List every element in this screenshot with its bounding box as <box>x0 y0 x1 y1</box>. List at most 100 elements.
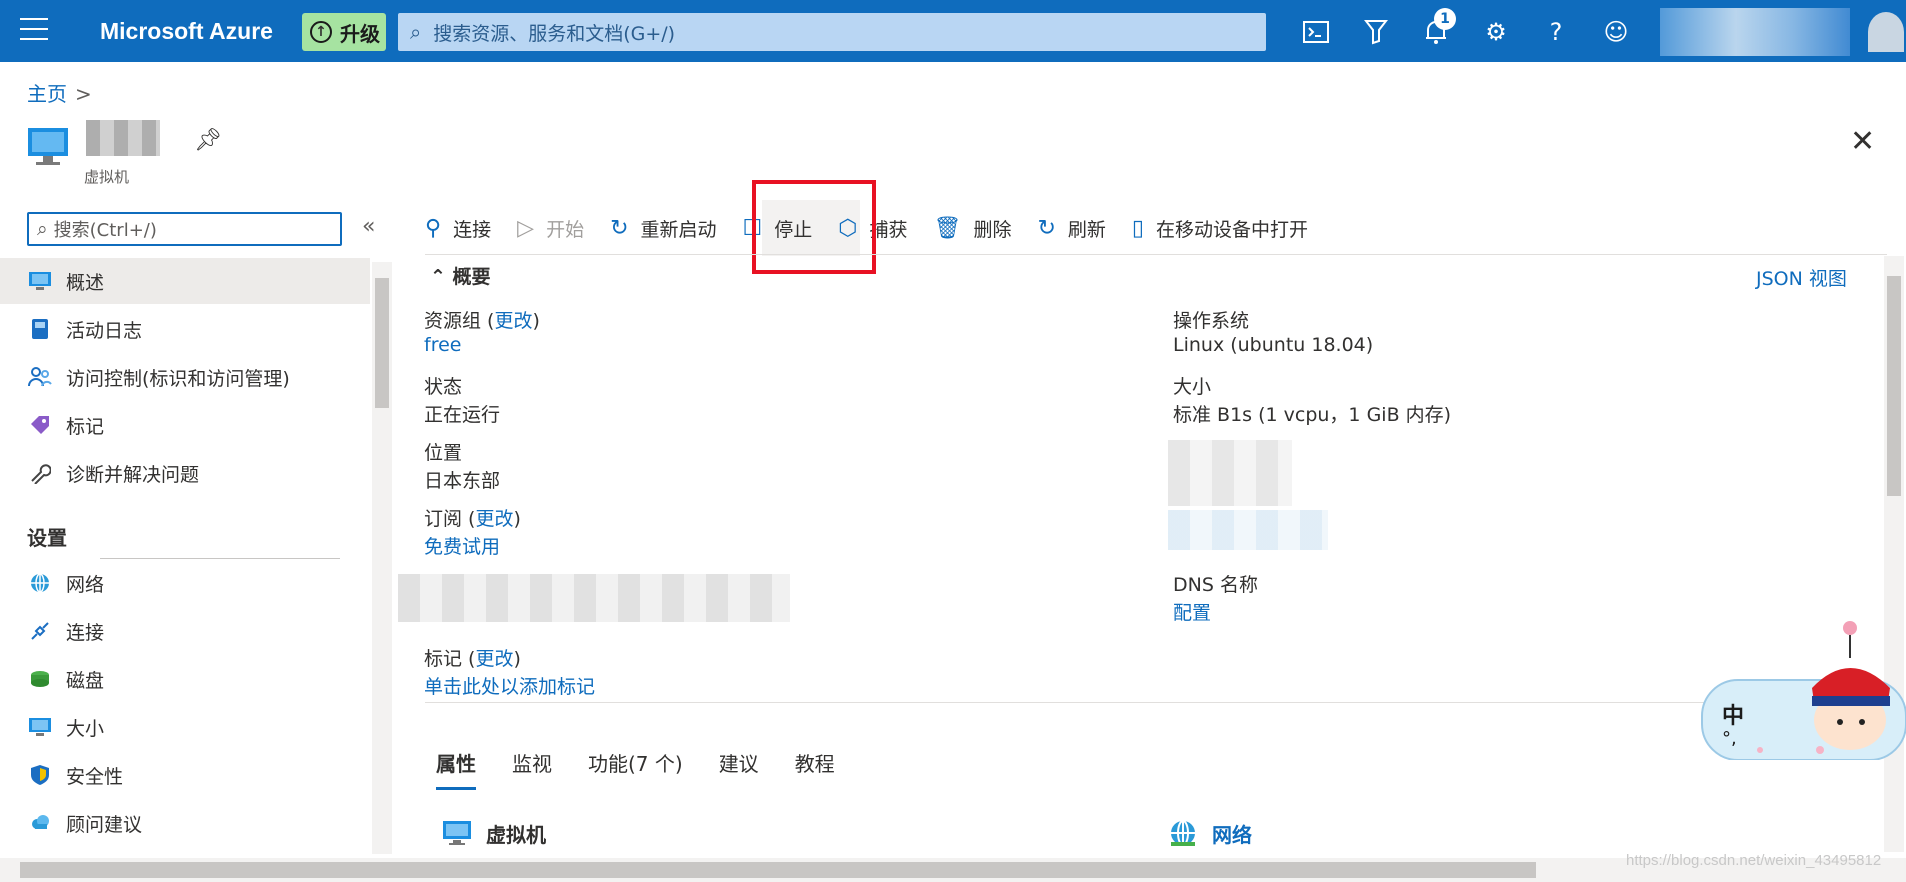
open-mobile-button[interactable]: ▯ 在移动设备中打开 <box>1132 215 1308 242</box>
log-book-icon <box>28 317 52 341</box>
sidebar-item-security[interactable]: 安全性 <box>0 752 370 798</box>
sidebar-section-divider <box>100 558 340 559</box>
main-scrollbar-thumb[interactable] <box>1887 276 1901 496</box>
tags-add-link[interactable]: 单击此处以添加标记 <box>424 672 595 699</box>
virtual-machine-icon <box>443 821 471 845</box>
arrow-up-icon: ↑ <box>310 21 332 43</box>
mascot-char-punct: °, <box>1722 728 1737 749</box>
notifications-button[interactable]: 1 <box>1418 8 1456 50</box>
properties-network-title: 网络 <box>1212 822 1252 847</box>
directory-filter-icon[interactable] <box>1358 14 1394 50</box>
network-globe-icon <box>28 571 52 595</box>
sidebar-item-networking[interactable]: 网络 <box>0 560 370 606</box>
mascot-char-zh: 中 <box>1722 704 1745 729</box>
horizontal-scrollbar[interactable] <box>0 858 1906 882</box>
resource-group-label: 资源组 (更改) <box>424 310 540 332</box>
sidebar-item-label: 标记 <box>66 415 105 438</box>
portal-brand[interactable]: Microsoft Azure <box>100 18 273 45</box>
os-label: 操作系统 <box>1173 310 1250 332</box>
breadcrumb: 主页 > <box>27 78 92 107</box>
cloud-shell-icon[interactable] <box>1298 14 1334 50</box>
tab-capabilities[interactable]: 功能(7 个) <box>588 748 683 790</box>
delete-button[interactable]: 🗑︎ 删除 <box>934 215 1012 242</box>
sidebar-item-access-control[interactable]: 访问控制(标识和访问管理) <box>0 354 370 400</box>
sidebar-item-advisor[interactable]: 顾问建议 <box>0 800 370 846</box>
delete-label: 删除 <box>973 218 1012 241</box>
close-icon[interactable]: ✕ <box>1850 124 1875 159</box>
plug-icon <box>28 619 52 643</box>
size-label: 大小 <box>1173 376 1212 398</box>
sidebar-scrollbar[interactable] <box>372 262 392 854</box>
input-method-mascot-widget[interactable]: 中 °, <box>1700 610 1906 761</box>
sidebar-item-overview[interactable]: 概述 <box>0 258 370 304</box>
sidebar-item-diagnose[interactable]: 诊断并解决问题 <box>0 450 370 496</box>
help-icon[interactable]: ? <box>1538 14 1574 50</box>
subscription-id-blurred <box>398 574 790 622</box>
virtual-machine-icon <box>28 128 68 165</box>
horizontal-scrollbar-thumb[interactable] <box>20 862 1536 878</box>
toolbar-divider <box>425 254 1887 255</box>
avatar[interactable] <box>1868 12 1904 52</box>
sidebar-item-size[interactable]: 大小 <box>0 704 370 750</box>
tab-tutorials[interactable]: 教程 <box>795 748 835 790</box>
start-label: 开始 <box>546 218 585 241</box>
sidebar-item-label: 顾问建议 <box>66 813 143 836</box>
properties-network-heading: 网络 <box>1168 818 1252 848</box>
sidebar-item-label: 磁盘 <box>66 669 105 692</box>
breadcrumb-home-link[interactable]: 主页 <box>27 82 67 106</box>
essentials-divider <box>425 702 1887 703</box>
global-search-input[interactable]: ⌕ 搜索资源、服务和文档(G+/) <box>398 13 1266 51</box>
essentials-toggle[interactable]: ⌃ 概要 <box>430 262 491 289</box>
resource-group-value[interactable]: free <box>424 334 461 356</box>
disk-icon <box>28 667 52 691</box>
open-mobile-label: 在移动设备中打开 <box>1156 218 1309 241</box>
json-view-link[interactable]: JSON 视图 <box>1756 264 1847 291</box>
restart-button[interactable]: ↻ 重新启动 <box>610 215 716 242</box>
pin-icon[interactable]: 📌︎ <box>194 128 222 153</box>
people-icon <box>28 365 52 389</box>
subscription-value[interactable]: 免费试用 <box>424 532 500 559</box>
search-icon: ⌕ <box>410 20 422 44</box>
sidebar-item-disks[interactable]: 磁盘 <box>0 656 370 702</box>
dns-name-label: DNS 名称 <box>1173 574 1258 596</box>
tags-change-link[interactable]: 更改 <box>475 648 513 670</box>
status-label: 状态 <box>424 376 463 398</box>
mobile-phone-icon: ▯ <box>1131 215 1145 241</box>
gear-icon[interactable]: ⚙ <box>1478 14 1514 50</box>
location-label: 位置 <box>424 442 463 464</box>
sidebar-item-label: 诊断并解决问题 <box>66 463 200 486</box>
sidebar-search-input[interactable]: ⌕ 搜索(Ctrl+/) <box>27 212 342 246</box>
main-scrollbar[interactable] <box>1884 256 1904 852</box>
subscription-change-link[interactable]: 更改 <box>475 508 513 530</box>
monitor-icon <box>28 269 52 293</box>
refresh-label: 刷新 <box>1067 218 1106 241</box>
refresh-button[interactable]: ↻ 刷新 <box>1037 215 1105 242</box>
status-value: 正在运行 <box>424 404 501 426</box>
account-info-blurred[interactable] <box>1660 8 1850 56</box>
tab-recommendations[interactable]: 建议 <box>719 748 759 790</box>
sidebar-item-connect[interactable]: 连接 <box>0 608 370 654</box>
resource-group-change-link[interactable]: 更改 <box>494 310 532 332</box>
sidebar-section-settings: 设置 <box>27 526 67 550</box>
start-button[interactable]: ▷ 开始 <box>517 215 584 242</box>
sidebar-item-label: 大小 <box>66 717 105 740</box>
feedback-smiley-icon[interactable]: ☺ <box>1598 14 1634 50</box>
dns-configure-link[interactable]: 配置 <box>1173 598 1211 625</box>
connect-button[interactable]: ⚲ 连接 <box>425 215 491 242</box>
collapse-sidebar-icon[interactable]: « <box>362 214 375 239</box>
sidebar-item-activity-log[interactable]: 活动日志 <box>0 306 370 352</box>
properties-vm-title: 虚拟机 <box>486 822 546 847</box>
menu-icon[interactable] <box>20 18 48 44</box>
tab-properties[interactable]: 属性 <box>436 748 476 790</box>
monitor-icon <box>28 715 52 739</box>
play-icon: ▷ <box>517 215 535 241</box>
breadcrumb-separator: > <box>75 82 92 106</box>
restart-icon: ↻ <box>610 215 629 241</box>
tab-monitoring[interactable]: 监视 <box>512 748 552 790</box>
tags-label: 标记 (更改) <box>424 648 521 670</box>
sidebar-scrollbar-thumb[interactable] <box>375 278 389 408</box>
notification-count-badge: 1 <box>1434 8 1456 30</box>
location-value: 日本东部 <box>424 470 501 492</box>
sidebar-item-tags[interactable]: 标记 <box>0 402 370 448</box>
upgrade-button[interactable]: ↑ 升级 <box>302 13 386 51</box>
